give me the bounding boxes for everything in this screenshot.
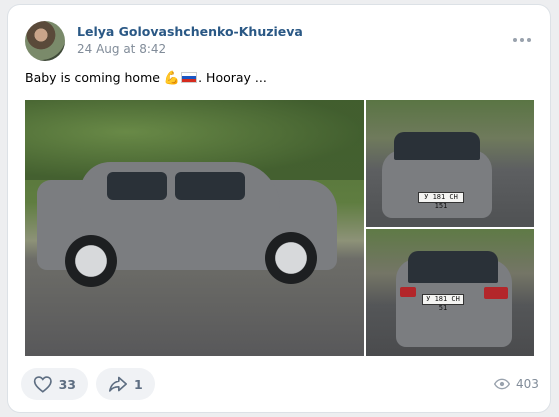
post-text: Baby is coming home 💪 . Hooray ... [25,70,267,86]
flexed-biceps-icon: 💪 [163,71,181,86]
photo-car-front[interactable]: У 181 СН 151 [366,100,534,227]
more-options-icon[interactable] [510,32,534,48]
front-license-plate: У 181 СН 151 [418,192,464,210]
photo-car-rear[interactable]: У 181 СН 51 [366,229,534,356]
author-avatar[interactable] [25,21,65,61]
post-text-start: Baby is coming home [25,70,164,85]
post-text-end: . Hooray ... [198,70,267,85]
like-button[interactable]: 33 [21,368,88,400]
photo-car-side[interactable] [25,100,364,356]
rear-license-plate: У 181 СН 51 [422,294,464,312]
share-arrow-icon [109,376,127,392]
author-name[interactable]: Lelya Golovashchenko-Khuzieva [77,24,303,39]
shares-count: 1 [134,376,143,392]
post-card: Lelya Golovashchenko-Khuzieva 24 Aug at … [8,5,550,412]
views-counter: 403 [494,377,539,391]
likes-count: 33 [58,376,76,392]
share-button[interactable]: 1 [96,368,155,400]
heart-icon [33,376,52,393]
russian-flag-icon [181,72,198,83]
views-count: 403 [516,377,539,391]
eye-icon [494,378,510,390]
post-date[interactable]: 24 Aug at 8:42 [77,42,166,56]
